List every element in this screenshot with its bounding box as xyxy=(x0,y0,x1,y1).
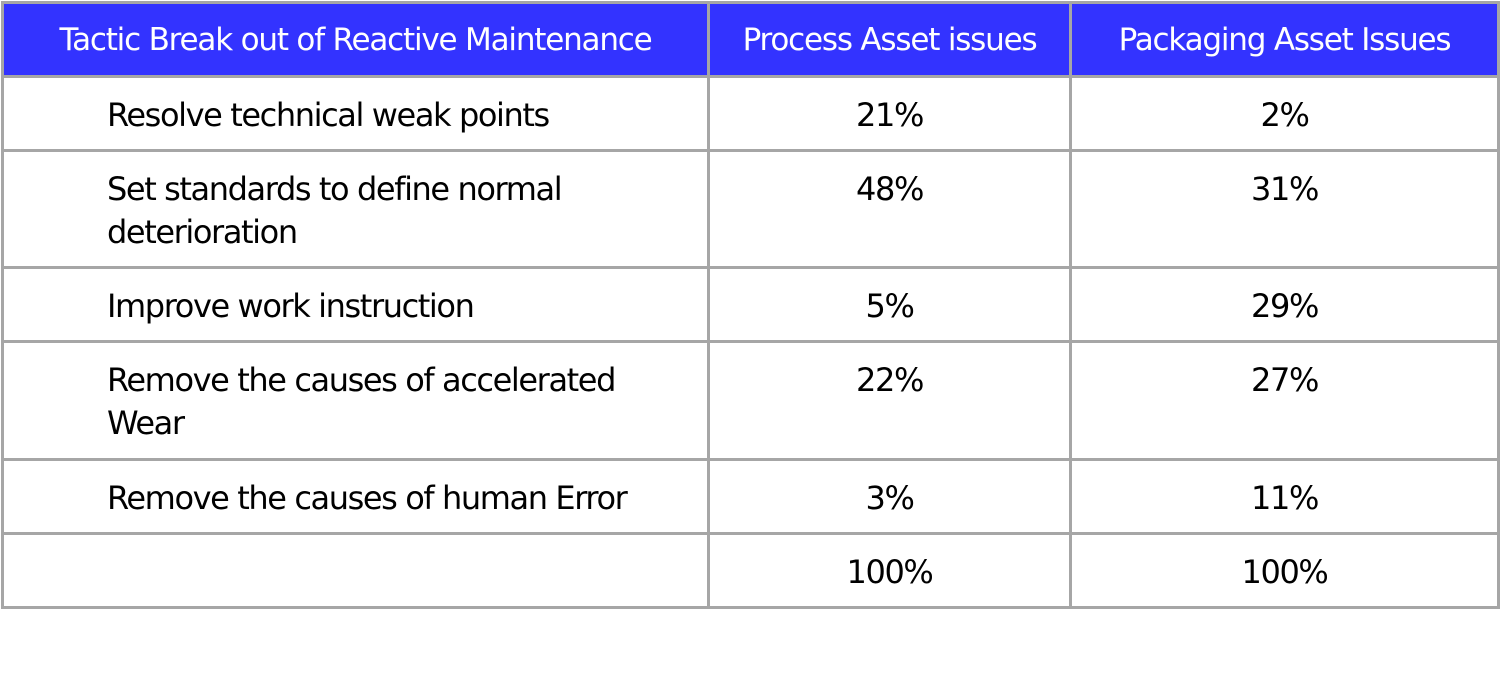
tactic-cell: Improve work instruction xyxy=(1,266,710,343)
packaging-value-cell: 2% xyxy=(1069,75,1500,152)
packaging-value-cell: 11% xyxy=(1069,458,1500,535)
process-value-cell: 22% xyxy=(707,340,1072,461)
total-row: 100% 100% xyxy=(1,532,1500,609)
table-row: Remove the causes of accelerated Wear 22… xyxy=(1,340,1500,461)
process-value-cell: 3% xyxy=(707,458,1072,535)
packaging-value-cell: 31% xyxy=(1069,149,1500,269)
packaging-total-cell: 100% xyxy=(1069,532,1500,609)
table-row: Set standards to define normal deteriora… xyxy=(1,149,1500,269)
packaging-value-cell: 29% xyxy=(1069,266,1500,343)
packaging-value-cell: 27% xyxy=(1069,340,1500,461)
process-value-cell: 5% xyxy=(707,266,1072,343)
tactic-cell: Resolve technical weak points xyxy=(1,75,710,152)
tactic-cell: Set standards to define normal deteriora… xyxy=(1,149,710,269)
header-tactic: Tactic Break out of Reactive Maintenance xyxy=(1,1,710,78)
process-value-cell: 21% xyxy=(707,75,1072,152)
tactic-cell: Remove the causes of human Error xyxy=(1,458,710,535)
table-row: Resolve technical weak points 21% 2% xyxy=(1,75,1500,152)
process-total-cell: 100% xyxy=(707,532,1072,609)
header-packaging-asset-issues: Packaging Asset Issues xyxy=(1069,1,1500,78)
header-process-asset-issues: Process Asset issues xyxy=(707,1,1072,78)
table-row: Improve work instruction 5% 29% xyxy=(1,266,1500,343)
tactic-cell: Remove the causes of accelerated Wear xyxy=(1,340,710,461)
total-label-cell xyxy=(1,532,710,609)
process-value-cell: 48% xyxy=(707,149,1072,269)
table-row: Remove the causes of human Error 3% 11% xyxy=(1,458,1500,535)
tactics-table: Tactic Break out of Reactive Maintenance… xyxy=(1,1,1500,609)
header-row: Tactic Break out of Reactive Maintenance… xyxy=(1,1,1500,78)
